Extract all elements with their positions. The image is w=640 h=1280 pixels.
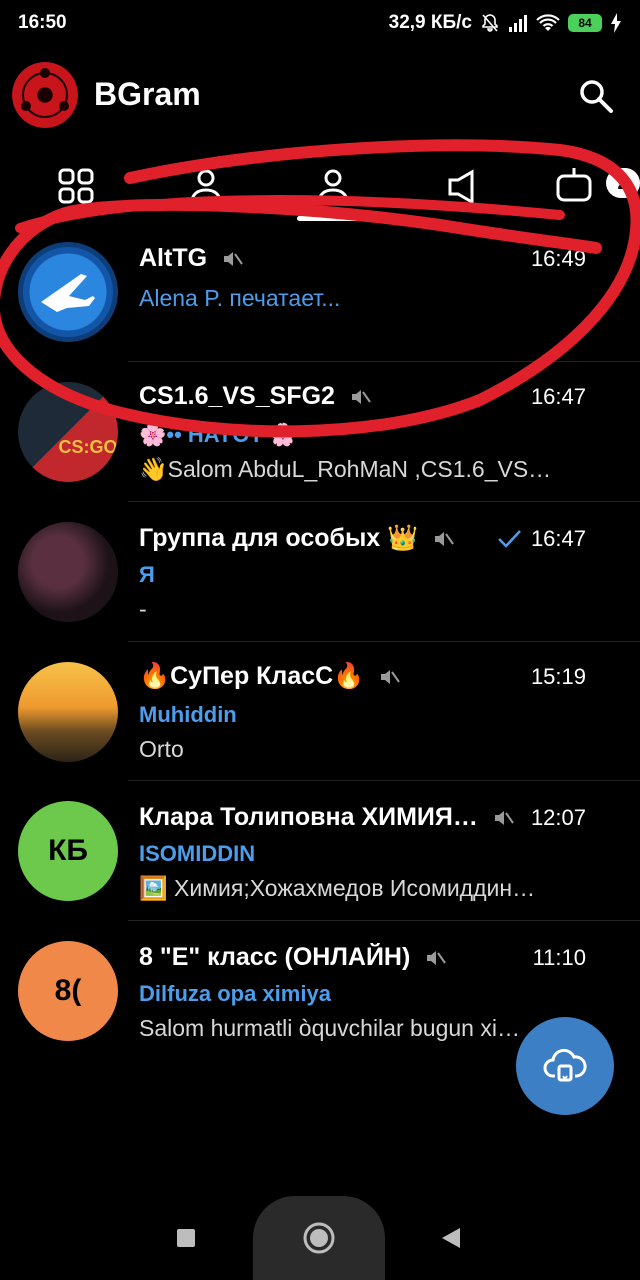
signal-icon bbox=[509, 15, 527, 32]
muted-icon bbox=[427, 950, 447, 965]
chat-name-row: AltTG 16:49 bbox=[139, 244, 614, 273]
search-icon[interactable] bbox=[576, 76, 616, 116]
active-tab-indicator bbox=[297, 216, 369, 221]
battery-icon: 84 bbox=[568, 14, 602, 32]
status-icons: 32,9 КБ/с 84 bbox=[389, 12, 622, 34]
message-preview: 👋Salom AbduL_RohMaN ,CS1.6_VS… bbox=[139, 456, 552, 482]
sender-name: ISOMIDDIN bbox=[139, 841, 256, 866]
muted-icon bbox=[494, 810, 514, 825]
wifi-icon bbox=[536, 14, 560, 31]
chat-name: 🔥СуПер КласС🔥 bbox=[139, 662, 365, 690]
message-preview: 🖼️ Химия;Хожахмедов Исомиддин… bbox=[139, 875, 536, 901]
chat-time: 16:47 bbox=[530, 525, 586, 551]
sender-name: Dilfuza opa ximiya bbox=[139, 981, 331, 1006]
chat-name-row: Группа для особых 👑 16:47 bbox=[139, 524, 614, 553]
sender-name: 🌸•• HAYOT 🌸 bbox=[139, 422, 296, 448]
sharingan-logo-icon bbox=[21, 68, 69, 118]
sender-name: Я bbox=[139, 562, 155, 587]
avatar bbox=[18, 662, 118, 762]
chat-row-cs16[interactable]: CS:GO CS1.6_VS_SFG2 16:47 🌸•• HAYOT 🌸 👋S… bbox=[0, 362, 640, 502]
chat-name-row: 8 "E" класс (ОНЛАЙН) 11:10 bbox=[139, 943, 614, 972]
muted-icon bbox=[435, 531, 455, 546]
chat-name: CS1.6_VS_SFG2 bbox=[139, 382, 335, 410]
sender-name: Muhiddin bbox=[139, 702, 237, 727]
muted-icon bbox=[381, 669, 401, 684]
sender-suffix: 🌸 bbox=[269, 422, 297, 447]
bots-icon[interactable] bbox=[550, 162, 598, 210]
cloud-fab-button[interactable] bbox=[516, 1017, 614, 1115]
cloud-download-icon bbox=[543, 1048, 587, 1082]
avatar-initials: КБ bbox=[48, 834, 88, 867]
system-nav-bar bbox=[0, 1196, 640, 1280]
charging-icon bbox=[611, 13, 621, 33]
typing-status: Alena P. печатает... bbox=[139, 285, 341, 311]
chat-row-klara[interactable]: КБ Клара Толиповна ХИМИЯ… 12:07 ISOMIDDI… bbox=[0, 781, 640, 921]
chat-time: 11:10 bbox=[532, 944, 586, 970]
net-speed: 32,9 КБ/с bbox=[388, 12, 472, 33]
message-preview: - bbox=[139, 596, 147, 622]
avatar bbox=[18, 522, 118, 622]
jet-icon bbox=[41, 274, 95, 312]
avatar bbox=[18, 242, 118, 342]
chat-row-special-group[interactable]: Группа для особых 👑 16:47 Я - bbox=[0, 502, 640, 642]
groups-icon[interactable] bbox=[309, 162, 357, 210]
chat-row-alttg[interactable]: AltTG 16:49 Alena P. печатает... bbox=[0, 222, 640, 362]
folder-tabs bbox=[0, 146, 640, 224]
avatar: CS:GO bbox=[18, 382, 118, 482]
home-button[interactable] bbox=[301, 1220, 337, 1256]
sender-label: 🌸•• HAYOT bbox=[139, 422, 263, 447]
avatar: КБ bbox=[18, 801, 118, 901]
muted-icon bbox=[224, 251, 243, 266]
chat-name-row: CS1.6_VS_SFG2 16:47 bbox=[139, 382, 614, 411]
chat-name-row: 🔥СуПер КласС🔥 15:19 bbox=[139, 662, 614, 691]
private-chats-icon[interactable] bbox=[182, 162, 230, 210]
chat-name-row: Клара Толиповна ХИМИЯ… 12:07 bbox=[139, 803, 614, 832]
chat-time: 15:19 bbox=[530, 663, 586, 689]
chat-time: 16:49 bbox=[530, 245, 586, 271]
read-check-icon bbox=[498, 529, 521, 548]
tab-unread-badge: 2 bbox=[606, 168, 640, 198]
channels-icon[interactable] bbox=[440, 162, 488, 210]
app-header: BGram bbox=[0, 50, 640, 140]
muted-icon bbox=[351, 389, 371, 404]
status-bar: 16:50 32,9 КБ/с 84 bbox=[0, 0, 640, 46]
chat-name: Группа для особых 👑 bbox=[139, 524, 419, 552]
chat-name: AltTG bbox=[139, 244, 208, 272]
back-button[interactable] bbox=[440, 1226, 462, 1250]
all-chats-icon[interactable] bbox=[52, 162, 100, 210]
profile-avatar[interactable] bbox=[12, 62, 78, 128]
app-title: BGram bbox=[94, 76, 201, 112]
message-preview: Orto bbox=[139, 736, 184, 762]
recents-button[interactable] bbox=[176, 1228, 196, 1248]
avatar: 8( bbox=[18, 941, 118, 1041]
chat-time: 12:07 bbox=[530, 804, 586, 830]
chat-time: 16:47 bbox=[530, 383, 586, 409]
status-time: 16:50 bbox=[18, 12, 67, 33]
chat-name: Клара Толиповна ХИМИЯ… bbox=[139, 803, 478, 831]
chat-row-super-class[interactable]: 🔥СуПер КласС🔥 15:19 Muhiddin Orto bbox=[0, 642, 640, 782]
avatar-initials: 8( bbox=[54, 974, 82, 1007]
mute-bell-icon bbox=[482, 14, 498, 32]
chat-name: 8 "E" класс (ОНЛАЙН) bbox=[139, 943, 411, 971]
